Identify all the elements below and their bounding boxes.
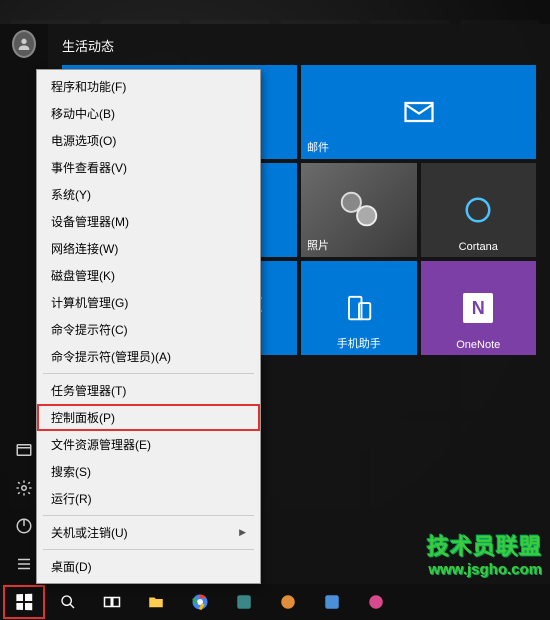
context-menu-item[interactable]: 命令提示符(C)	[37, 316, 260, 343]
taskbar-app-chrome[interactable]	[180, 586, 220, 618]
search-button[interactable]	[48, 586, 88, 618]
settings-icon[interactable]	[12, 476, 36, 500]
tile-photos[interactable]: 照片	[301, 163, 417, 257]
context-menu-item[interactable]: 控制面板(P)	[37, 404, 260, 431]
tile-label: 邮件	[307, 139, 329, 155]
context-menu-item[interactable]: 桌面(D)	[37, 553, 260, 580]
context-menu-item[interactable]: 系统(Y)	[37, 181, 260, 208]
winx-context-menu: 程序和功能(F) 移动中心(B) 电源选项(O) 事件查看器(V) 系统(Y) 设备管理器…	[36, 69, 261, 584]
context-menu-item[interactable]: 程序和功能(F)	[37, 73, 260, 100]
tile-label: 手机助手	[301, 335, 417, 351]
task-view-button[interactable]	[92, 586, 132, 618]
user-avatar[interactable]	[12, 32, 36, 56]
context-menu-item[interactable]: 设备管理器(M)	[37, 208, 260, 235]
context-menu-label: 系统(Y)	[51, 186, 91, 203]
context-menu-label: 计算机管理(G)	[51, 294, 128, 311]
context-menu-label: 文件资源管理器(E)	[51, 436, 151, 453]
context-menu-item[interactable]: 事件查看器(V)	[37, 154, 260, 181]
context-menu-separator	[43, 373, 254, 374]
context-menu-label: 移动中心(B)	[51, 105, 115, 122]
tile-mail[interactable]: 邮件	[301, 65, 536, 159]
taskbar	[0, 584, 550, 620]
context-menu-item[interactable]: 电源选项(O)	[37, 127, 260, 154]
context-menu-label: 事件查看器(V)	[51, 159, 127, 176]
context-menu-label: 命令提示符(管理员)(A)	[51, 348, 171, 365]
windows-logo-icon	[16, 594, 32, 611]
context-menu-item[interactable]: 运行(R)	[37, 485, 260, 512]
context-menu-item[interactable]: 搜索(S)	[37, 458, 260, 485]
tile-label: OneNote	[421, 339, 537, 351]
taskbar-app-1[interactable]	[224, 586, 264, 618]
context-menu-label: 桌面(D)	[51, 558, 92, 575]
context-menu-item[interactable]: 任务管理器(T)	[37, 377, 260, 404]
context-menu-label: 设备管理器(M)	[51, 213, 129, 230]
tile-label: Cortana	[421, 241, 537, 253]
context-menu-label: 网络连接(W)	[51, 240, 118, 257]
power-icon[interactable]	[12, 514, 36, 538]
context-menu-label: 命令提示符(C)	[51, 321, 128, 338]
context-menu-separator	[43, 549, 254, 550]
context-menu-label: 运行(R)	[51, 490, 92, 507]
watermark: 技术员联盟 www.jsgho.com	[427, 529, 542, 578]
watermark-url: www.jsgho.com	[427, 561, 542, 578]
section-title: 生活动态	[62, 36, 536, 55]
context-menu-item[interactable]: 命令提示符(管理员)(A)	[37, 343, 260, 370]
context-menu-label: 控制面板(P)	[51, 409, 115, 426]
tile-phone[interactable]: 手机助手	[301, 261, 417, 355]
context-menu-label: 磁盘管理(K)	[51, 267, 115, 284]
context-menu-item[interactable]: 关机或注销(U) ▶	[37, 519, 260, 546]
context-menu-item[interactable]: 磁盘管理(K)	[37, 262, 260, 289]
context-menu-label: 搜索(S)	[51, 463, 91, 480]
all-apps-icon[interactable]	[12, 552, 36, 576]
submenu-arrow-icon: ▶	[239, 527, 246, 538]
explorer-icon[interactable]	[12, 438, 36, 462]
taskbar-app-3[interactable]	[312, 586, 352, 618]
start-button[interactable]	[4, 586, 44, 618]
context-menu-item[interactable]: 移动中心(B)	[37, 100, 260, 127]
context-menu-label: 任务管理器(T)	[51, 382, 126, 399]
context-menu-label: 程序和功能(F)	[51, 78, 126, 95]
tile-onenote[interactable]: N OneNote	[421, 261, 537, 355]
context-menu-label: 电源选项(O)	[51, 132, 116, 149]
context-menu-item[interactable]: 文件资源管理器(E)	[37, 431, 260, 458]
tile-cortana[interactable]: Cortana	[421, 163, 537, 257]
taskbar-app-explorer[interactable]	[136, 586, 176, 618]
context-menu-item[interactable]: 计算机管理(G)	[37, 289, 260, 316]
tile-label: 照片	[307, 237, 329, 253]
context-menu-label: 关机或注销(U)	[51, 524, 128, 541]
taskbar-app-2[interactable]	[268, 586, 308, 618]
context-menu-item[interactable]: 网络连接(W)	[37, 235, 260, 262]
taskbar-app-4[interactable]	[356, 586, 396, 618]
context-menu-separator	[43, 515, 254, 516]
watermark-main: 技术员联盟	[427, 529, 542, 561]
